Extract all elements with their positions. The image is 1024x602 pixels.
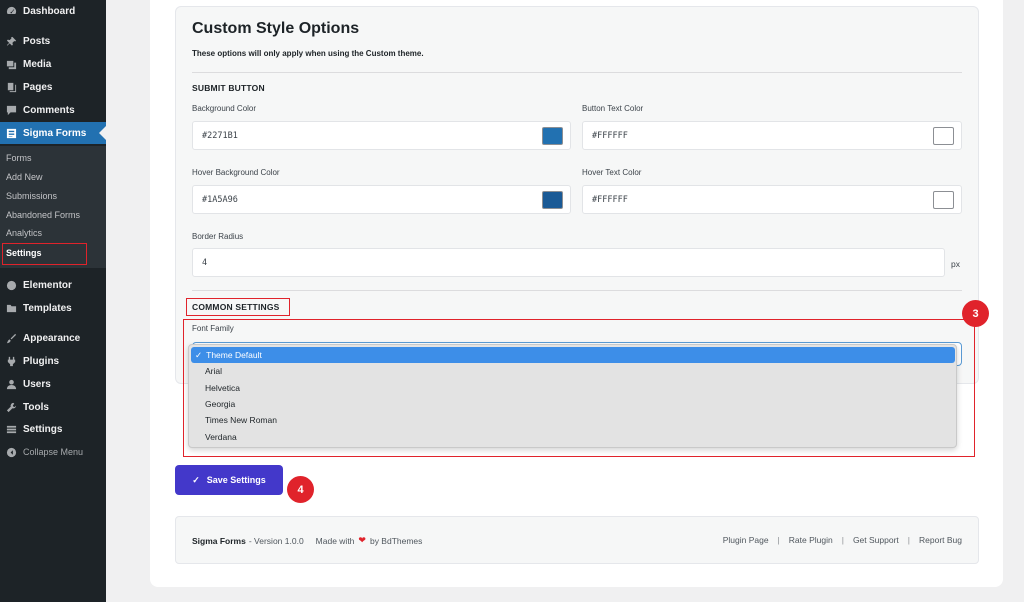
- menu-item-users[interactable]: Users: [0, 373, 106, 395]
- menu-item-tools[interactable]: Tools: [0, 396, 106, 418]
- step-badge-3: 3: [962, 300, 989, 327]
- footer-links: Plugin Page | Rate Plugin | Get Support …: [722, 535, 962, 545]
- menu-label: Appearance: [23, 332, 81, 344]
- wrench-icon: [5, 401, 17, 413]
- footer-version: - Version 1.0.0: [248, 535, 304, 546]
- menu-item-elementor[interactable]: Elementor: [0, 274, 106, 296]
- menu-label: Dashboard: [23, 5, 76, 17]
- menu-item-plugins[interactable]: Plugins: [0, 350, 106, 372]
- folder-icon: [5, 302, 17, 314]
- footer-link-rate-plugin[interactable]: Rate Plugin: [789, 535, 833, 545]
- save-button-label: Save Settings: [206, 475, 266, 485]
- divider: [192, 72, 962, 73]
- admin-sidebar: Dashboard Posts Media Pages Comments Sig…: [0, 0, 106, 602]
- menu-label: Plugins: [23, 355, 60, 367]
- settings-highlight-box: [2, 243, 87, 265]
- button-text-color-label: Button Text Color: [582, 104, 644, 113]
- menu-label: Users: [23, 378, 51, 390]
- menu-item-sigma-forms[interactable]: Sigma Forms: [0, 122, 106, 144]
- comment-icon: [5, 104, 17, 116]
- menu-item-appearance[interactable]: Appearance: [0, 327, 106, 349]
- collapse-menu-button[interactable]: Collapse Menu: [0, 441, 106, 463]
- menu-label: Comments: [23, 104, 75, 116]
- button-text-color-swatch[interactable]: [933, 127, 954, 145]
- media-icon: [5, 58, 17, 70]
- save-settings-button[interactable]: ✓ Save Settings: [175, 465, 283, 495]
- hover-background-color-input[interactable]: #1A5A96: [192, 185, 571, 214]
- menu-item-dashboard[interactable]: Dashboard: [0, 0, 106, 22]
- divider: [192, 290, 962, 291]
- submenu-item-forms[interactable]: Forms: [6, 151, 32, 165]
- pin-icon: [5, 35, 17, 47]
- panel-description: These options will only apply when using…: [192, 49, 424, 58]
- step-badge-4: 4: [287, 476, 314, 503]
- user-icon: [5, 378, 17, 390]
- hover-background-color-swatch[interactable]: [542, 191, 563, 209]
- menu-item-templates[interactable]: Templates: [0, 297, 106, 319]
- border-radius-input[interactable]: 4: [192, 248, 945, 277]
- menu-item-media[interactable]: Media: [0, 53, 106, 75]
- menu-item-pages[interactable]: Pages: [0, 76, 106, 98]
- menu-label: Pages: [23, 81, 53, 93]
- menu-label: Collapse Menu: [23, 447, 84, 457]
- button-text-color-input[interactable]: #FFFFFF: [582, 121, 962, 150]
- footer-link-report-bug[interactable]: Report Bug: [919, 535, 962, 545]
- hover-text-color-swatch[interactable]: [933, 191, 954, 209]
- background-color-input[interactable]: #2271B1: [192, 121, 571, 150]
- border-radius-unit: px: [951, 259, 960, 269]
- plugin-icon: [5, 355, 17, 367]
- background-color-swatch[interactable]: [542, 127, 563, 145]
- menu-label: Elementor: [23, 279, 72, 291]
- hover-text-color-label: Hover Text Color: [582, 168, 642, 177]
- heart-icon: ❤: [358, 535, 366, 545]
- menu-label: Templates: [23, 302, 72, 314]
- dashboard-icon: [5, 5, 17, 17]
- background-color-label: Background Color: [192, 104, 257, 113]
- submenu-item-submissions[interactable]: Submissions: [6, 189, 57, 203]
- active-indicator: [99, 126, 106, 140]
- forms-icon: [5, 127, 17, 139]
- submenu-item-add-new[interactable]: Add New: [6, 170, 43, 184]
- menu-label: Settings: [23, 423, 63, 435]
- panel-title: Custom Style Options: [192, 20, 360, 37]
- footer-credits: Sigma Forms - Version 1.0.0 Made with ❤ …: [192, 535, 422, 546]
- submenu-item-abandoned-forms[interactable]: Abandoned Forms: [6, 208, 80, 222]
- border-radius-label: Border Radius: [192, 232, 244, 241]
- menu-item-posts[interactable]: Posts: [0, 30, 106, 52]
- common-settings-highlight-box: [186, 298, 290, 316]
- menu-label: Media: [23, 58, 52, 70]
- hover-background-color-label: Hover Background Color: [192, 168, 280, 177]
- footer-link-get-support[interactable]: Get Support: [853, 535, 899, 545]
- menu-label: Sigma Forms: [23, 127, 87, 139]
- elementor-icon: [5, 279, 17, 291]
- menu-label: Tools: [23, 401, 49, 413]
- menu-item-comments[interactable]: Comments: [0, 99, 106, 121]
- footer-made-with: Made with: [315, 535, 355, 546]
- font-family-highlight-box: [183, 319, 975, 457]
- settings-icon: [5, 423, 17, 435]
- checkmark-icon: ✓: [192, 474, 200, 485]
- footer-brand: Sigma Forms: [192, 535, 246, 546]
- pages-icon: [5, 81, 17, 93]
- footer-by: by BdThemes: [369, 535, 423, 546]
- hover-text-color-input[interactable]: #FFFFFF: [582, 185, 962, 214]
- brush-icon: [5, 332, 17, 344]
- collapse-icon: [5, 446, 17, 458]
- submit-button-section-title: SUBMIT BUTTON: [192, 83, 265, 93]
- menu-label: Posts: [23, 35, 51, 47]
- submenu-item-analytics[interactable]: Analytics: [6, 226, 42, 240]
- footer-link-plugin-page[interactable]: Plugin Page: [723, 535, 769, 545]
- menu-item-settings[interactable]: Settings: [0, 418, 106, 440]
